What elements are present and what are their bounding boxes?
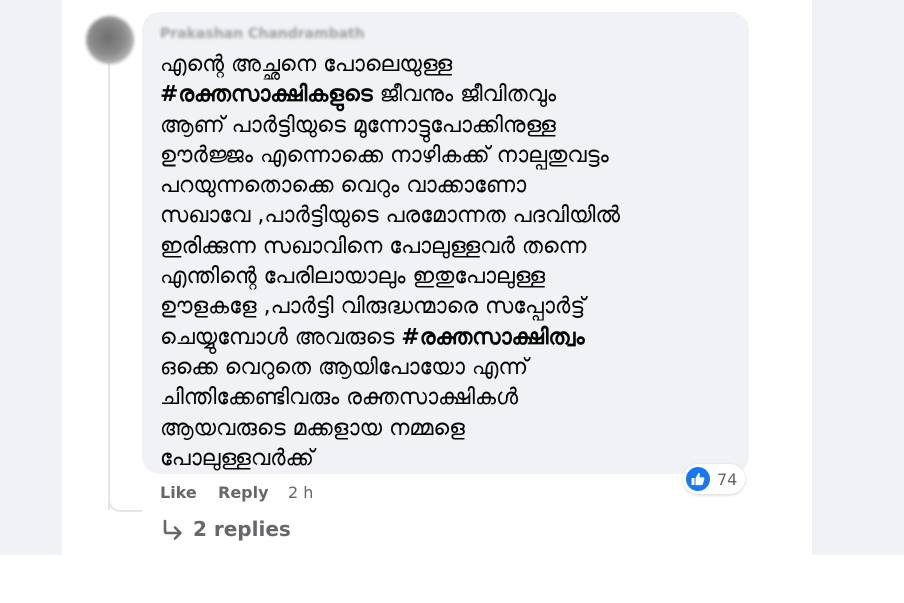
hashtag-link[interactable]: #രക്തസാക്ഷികളുടെ [160, 82, 373, 107]
comment-line: ആയവരുടെ മക്കളായ നമ്മളെ [160, 414, 740, 444]
replies-label: 2 replies [193, 517, 291, 541]
reply-arrow-icon [163, 519, 182, 540]
reaction-summary[interactable]: 74 [683, 464, 745, 494]
comment-text: എന്റെ അച്ഛനെ പോലെയുള്ള #രക്തസാക്ഷികളുടെ ജ… [160, 50, 740, 474]
comment-line: ചിന്തിക്കേണ്ടിവരും രക്തസാക്ഷികൾ [160, 383, 740, 413]
comment-line: ആണ് പാർട്ടിയുടെ മുന്നോട്ടുപോക്കിനുള്ള [160, 111, 740, 141]
page-bottom [0, 555, 904, 603]
comment-timestamp[interactable]: 2 h [288, 483, 313, 502]
comment-line: ഒക്കെ വെറുതെ ആയിപോയോ എന്ന് [160, 353, 740, 383]
thread-line [108, 62, 110, 510]
comment-line: ഊർജ്ജം എന്നൊക്കെ നാഴികക്ക് നാല്പതുവട്ടം [160, 141, 740, 171]
comment-text-segment: ആയവരുടെ മക്കളായ നമ്മളെ [160, 415, 465, 441]
thread-connector [108, 480, 142, 512]
comment-text-segment: ആണ് പാർട്ടിയുടെ മുന്നോട്ടുപോക്കിനുള്ള [160, 112, 556, 138]
comment-text-segment: ഊർജ്ജം എന്നൊക്കെ നാഴികക്ക് നാല്പതുവട്ടം [160, 142, 609, 168]
comment-line: എന്റെ അച്ഛനെ പോലെയുള്ള [160, 50, 740, 80]
comment-line: പറയുന്നതൊക്കെ വെറും വാക്കാണോ [160, 171, 740, 201]
comment-text-segment: സഖാവേ ,പാർട്ടിയുടെ പരമോന്നത പദവിയിൽ [160, 203, 620, 229]
comment-line: ചെയ്യുമ്പോൾ അവരുടെ #രക്തസാക്ഷിത്വം [160, 323, 740, 353]
comment-text-segment: ഇരിക്കുന്ന സഖാവിനെ പോലുള്ളവർ തന്നെ [160, 233, 587, 259]
comment-line: എന്തിന്റെ പേരിലായാലും ഇതുപോലുള്ള [160, 262, 740, 292]
comment-text-segment: പറയുന്നതൊക്കെ വെറും വാക്കാണോ [160, 173, 527, 199]
avatar[interactable] [86, 16, 134, 64]
comment-text-segment: ഒക്കെ വെറുതെ ആയിപോയോ എന്ന് [160, 354, 529, 380]
like-icon [686, 467, 710, 491]
reaction-count: 74 [717, 470, 738, 489]
page-background-right [812, 0, 904, 555]
comment-text-segment: ജീവനും ജീവിതവും [372, 82, 557, 108]
comment-line: #രക്തസാക്ഷികളുടെ ജീവനും ജീവിതവും [160, 80, 740, 110]
reply-button[interactable]: Reply [218, 483, 269, 502]
comment-line: ഊളകളേ ,പാർട്ടി വിരുദ്ധന്മാരെ സപ്പോർട്ട് [160, 292, 740, 322]
page-background-left [0, 0, 62, 555]
comment-text-segment: ചിന്തിക്കേണ്ടിവരും രക്തസാക്ഷികൾ [160, 385, 519, 411]
comment-text-segment: പോലുള്ളവർക്ക് [160, 445, 314, 471]
like-button[interactable]: Like [160, 483, 197, 502]
comment-text-segment: എന്റെ അച്ഛനെ പോലെയുള്ള [160, 52, 453, 77]
comment-line: ഇരിക്കുന്ന സഖാവിനെ പോലുള്ളവർ തന്നെ [160, 232, 740, 262]
comment-line: പോലുള്ളവർക്ക് [160, 444, 740, 474]
comment-text-segment: എന്തിന്റെ പേരിലായാലും ഇതുപോലുള്ള [160, 264, 546, 290]
comment-text-segment: ഊളകളേ ,പാർട്ടി വിരുദ്ധന്മാരെ സപ്പോർട്ട് [160, 294, 586, 320]
comment-line: സഖാവേ ,പാർട്ടിയുടെ പരമോന്നത പദവിയിൽ [160, 201, 740, 231]
comment-author[interactable]: Prakashan Chandrambath [160, 26, 365, 42]
hashtag-link[interactable]: #രക്തസാക്ഷിത്വം [401, 325, 584, 350]
comment-text-segment: ചെയ്യുമ്പോൾ അവരുടെ [160, 324, 402, 350]
